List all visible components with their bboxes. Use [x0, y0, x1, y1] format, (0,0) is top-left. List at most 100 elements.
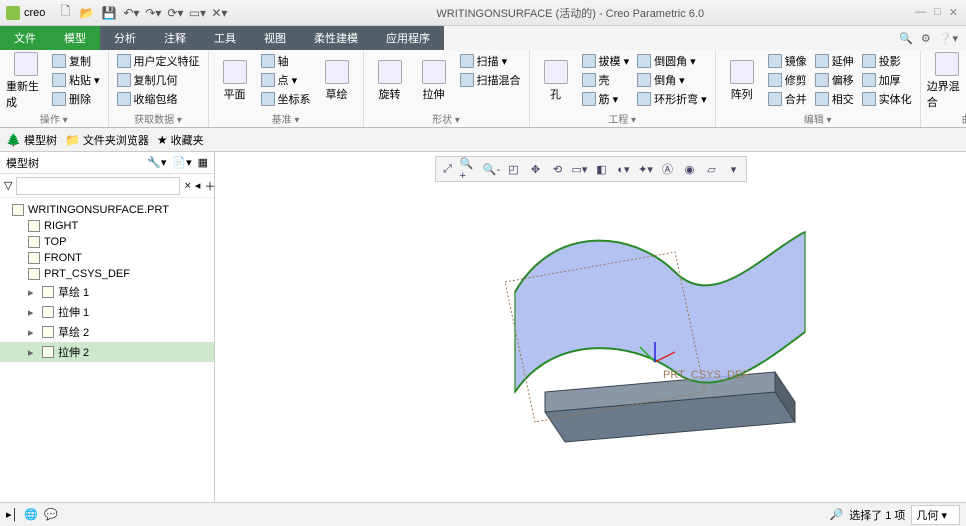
- tab-tools[interactable]: 工具: [200, 26, 250, 50]
- tree-item-sketch2[interactable]: ▸草绘 2: [0, 322, 214, 342]
- shell-button[interactable]: 壳: [580, 71, 632, 89]
- tree-filter-input[interactable]: [16, 177, 180, 195]
- spin-button[interactable]: ⟲: [548, 159, 568, 179]
- round-button[interactable]: 倒圆角 ▾: [635, 52, 709, 70]
- qat-undo[interactable]: ↶▾: [121, 3, 141, 23]
- thicken-button[interactable]: 加厚: [860, 71, 914, 89]
- offset-button[interactable]: 偏移: [813, 71, 856, 89]
- render-button[interactable]: ◉: [680, 159, 700, 179]
- point-button[interactable]: 点 ▾: [259, 71, 313, 89]
- draft-button[interactable]: 拔模 ▾: [580, 52, 632, 70]
- rib-button[interactable]: 筋 ▾: [580, 90, 632, 108]
- filter-icon[interactable]: ▽: [4, 179, 12, 192]
- tab-model[interactable]: 模型: [50, 26, 100, 50]
- tree-item-csys[interactable]: PRT_CSYS_DEF: [0, 266, 214, 282]
- zoomwin-button[interactable]: ◰: [504, 159, 524, 179]
- tree-item-sketch1[interactable]: ▸草绘 1: [0, 282, 214, 302]
- tree-item-front[interactable]: FRONT: [0, 250, 214, 266]
- qat-open[interactable]: 📂: [77, 3, 97, 23]
- tree-show-icon[interactable]: 📄▾: [172, 156, 191, 169]
- tab-view[interactable]: 视图: [250, 26, 300, 50]
- qat-save[interactable]: 💾: [99, 3, 119, 23]
- zoomout-button[interactable]: 🔍-: [482, 159, 502, 179]
- extrude-button[interactable]: 拉伸: [414, 52, 454, 110]
- datum-button[interactable]: ✦▾: [636, 159, 656, 179]
- sweptblend-button[interactable]: 扫描混合: [458, 71, 523, 89]
- chamfer-button[interactable]: 倒角 ▾: [635, 71, 709, 89]
- tree-settings-icon[interactable]: 🔧▾: [147, 156, 166, 169]
- pan-button[interactable]: ✥: [526, 159, 546, 179]
- graphics-viewport[interactable]: ⤢ 🔍+ 🔍- ◰ ✥ ⟲ ▭▾ ◧ ◐▾ ✦▾ Ⓐ ◉ ▱ ▾: [215, 152, 966, 502]
- annot-button[interactable]: Ⓐ: [658, 159, 678, 179]
- plane-button[interactable]: 平面: [215, 52, 255, 110]
- namedviews-button[interactable]: ▭▾: [570, 159, 590, 179]
- close-button[interactable]: ✕: [949, 6, 958, 19]
- sb-msg-icon[interactable]: 💬: [44, 508, 58, 521]
- orient-button[interactable]: ◧: [592, 159, 612, 179]
- tree-display-icon[interactable]: ▦: [198, 156, 208, 169]
- copy-button[interactable]: 复制: [50, 52, 102, 70]
- help-icon[interactable]: ❔▾: [939, 32, 958, 45]
- revolve-button[interactable]: 旋转: [370, 52, 410, 110]
- minimize-button[interactable]: —: [915, 6, 926, 19]
- qat-new[interactable]: 🗋: [55, 3, 75, 23]
- trim-button[interactable]: 修剪: [766, 71, 809, 89]
- clear-filter-icon[interactable]: ×: [184, 180, 190, 192]
- mirror-button[interactable]: 镜像: [766, 52, 809, 70]
- sweep-button[interactable]: 扫描 ▾: [458, 52, 523, 70]
- expand-icon[interactable]: ▸: [28, 346, 38, 359]
- search-icon[interactable]: 🔍: [899, 32, 913, 45]
- paste-button[interactable]: 粘贴▾: [50, 71, 102, 89]
- nav-fav[interactable]: ★收藏夹: [157, 132, 204, 148]
- selection-filter-combo[interactable]: 几何 ▾: [911, 505, 960, 525]
- axis-button[interactable]: 轴: [259, 52, 313, 70]
- expand-icon[interactable]: ▸: [28, 286, 38, 299]
- sketch-button[interactable]: 草绘: [317, 52, 357, 110]
- udf-button[interactable]: 用户定义特征: [115, 52, 202, 70]
- hole-button[interactable]: 孔: [536, 52, 576, 110]
- tree-item-extrude2[interactable]: ▸拉伸 2: [0, 342, 214, 362]
- tree-item-right[interactable]: RIGHT: [0, 218, 214, 234]
- selfilter-button[interactable]: ▾: [724, 159, 744, 179]
- sb-collapse-icon[interactable]: ▸│: [6, 508, 18, 521]
- pattern-button[interactable]: 阵列: [722, 52, 762, 110]
- expand-icon[interactable]: ▸: [28, 326, 38, 339]
- prev-icon[interactable]: ◂: [195, 179, 201, 192]
- tab-analysis[interactable]: 分析: [100, 26, 150, 50]
- copygeom-button[interactable]: 复制几何: [115, 71, 202, 89]
- zoomin-button[interactable]: 🔍+: [460, 159, 480, 179]
- extend-button[interactable]: 延伸: [813, 52, 856, 70]
- persp-button[interactable]: ▱: [702, 159, 722, 179]
- tree-item-extrude1[interactable]: ▸拉伸 1: [0, 302, 214, 322]
- sb-globe-icon[interactable]: 🌐: [24, 508, 38, 521]
- expand-icon[interactable]: ▸: [28, 306, 38, 319]
- tree-root[interactable]: WRITINGONSURFACE.PRT: [0, 202, 214, 218]
- qat-close[interactable]: ✕▾: [209, 3, 229, 23]
- delete-button[interactable]: 删除: [50, 90, 102, 108]
- merge-button[interactable]: 合并: [766, 90, 809, 108]
- qat-redo[interactable]: ↷▾: [143, 3, 163, 23]
- refit-button[interactable]: ⤢: [438, 159, 458, 179]
- regenerate-button[interactable]: 重新生成: [6, 52, 46, 110]
- intersect-button[interactable]: 相交: [813, 90, 856, 108]
- tab-file[interactable]: 文件: [0, 26, 50, 50]
- tree-item-top[interactable]: TOP: [0, 234, 214, 250]
- nav-modeltree[interactable]: 🌲模型树: [6, 132, 57, 148]
- toroidal-button[interactable]: 环形折弯 ▾: [635, 90, 709, 108]
- nav-folder[interactable]: 📁文件夹浏览器: [65, 132, 149, 148]
- solidify-button[interactable]: 实体化: [860, 90, 914, 108]
- boundary-button[interactable]: 边界混合: [927, 52, 966, 110]
- add-icon[interactable]: ＋: [204, 178, 215, 194]
- csys-button[interactable]: 坐标系: [259, 90, 313, 108]
- sb-find-icon[interactable]: 🔎: [829, 508, 843, 521]
- qat-windows[interactable]: ▭▾: [187, 3, 207, 23]
- tab-annotate[interactable]: 注释: [150, 26, 200, 50]
- qat-regen[interactable]: ⟳▾: [165, 3, 185, 23]
- project-button[interactable]: 投影: [860, 52, 914, 70]
- maximize-button[interactable]: □: [934, 6, 941, 19]
- settings-icon[interactable]: ⚙: [921, 32, 931, 45]
- tab-flexible[interactable]: 柔性建模: [300, 26, 372, 50]
- shrinkwrap-button[interactable]: 收缩包络: [115, 90, 202, 108]
- dispstyle-button[interactable]: ◐▾: [614, 159, 634, 179]
- tab-apps[interactable]: 应用程序: [372, 26, 444, 50]
